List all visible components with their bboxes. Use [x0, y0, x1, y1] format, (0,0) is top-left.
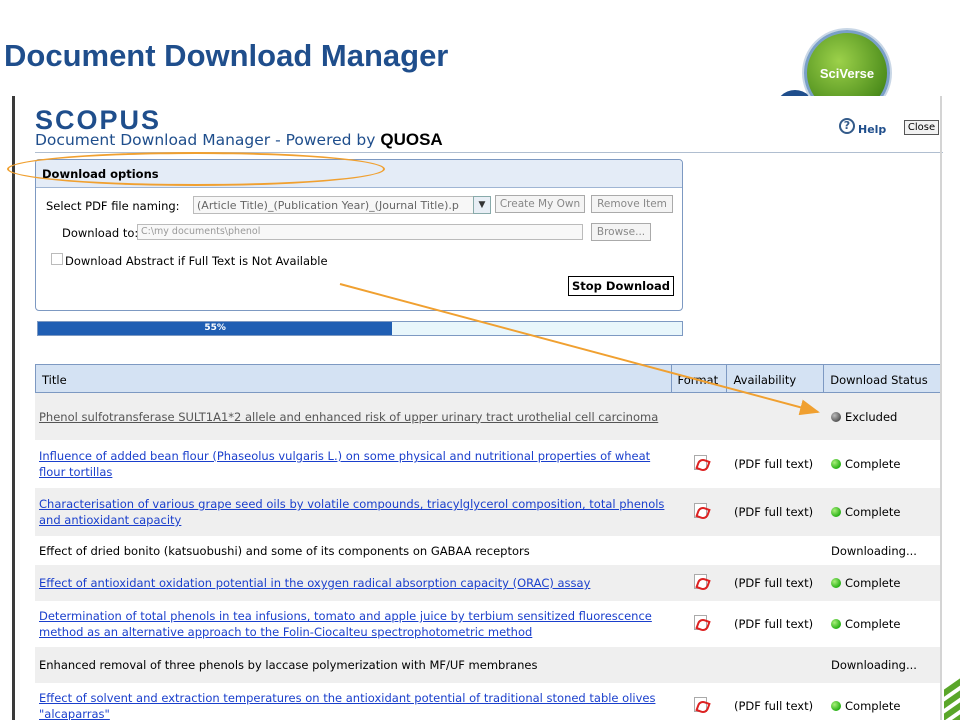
pdf-icon[interactable]	[693, 573, 707, 589]
article-link[interactable]: Influence of added bean flour (Phaseolus…	[39, 449, 650, 479]
row-format-cell	[672, 696, 728, 716]
row-availability-cell: (PDF full text)	[734, 699, 814, 713]
window-edge	[940, 96, 942, 720]
article-title: Enhanced removal of three phenols by lac…	[39, 658, 538, 672]
grid-body: Phenol sulfotransferase SULT1A1*2 allele…	[35, 393, 942, 720]
pdf-icon[interactable]	[693, 614, 707, 630]
row-availability-cell: (PDF full text)	[734, 576, 814, 590]
column-status[interactable]: Download Status	[824, 365, 941, 392]
highlight-oval	[7, 152, 385, 186]
pdf-icon[interactable]	[693, 454, 707, 470]
app-subtitle: Document Download Manager - Powered by Q…	[35, 130, 443, 150]
column-title[interactable]: Title	[36, 365, 672, 392]
row-title-cell: Phenol sulfotransferase SULT1A1*2 allele…	[35, 407, 672, 427]
row-status-cell: Complete	[825, 699, 942, 713]
status-text: Complete	[845, 457, 901, 471]
naming-label: Select PDF file naming:	[46, 199, 180, 213]
pdf-icon[interactable]	[693, 696, 707, 712]
row-status-cell: Excluded	[825, 410, 942, 424]
pdf-icon[interactable]	[693, 502, 707, 518]
download-to-label: Download to:	[62, 226, 139, 240]
status-text: Complete	[845, 576, 901, 590]
row-status-cell: Downloading...	[825, 658, 942, 672]
row-title-cell: Effect of solvent and extraction tempera…	[35, 688, 672, 720]
article-link[interactable]: Phenol sulfotransferase SULT1A1*2 allele…	[39, 410, 658, 424]
row-availability-cell: (PDF full text)	[734, 505, 814, 519]
table-row: Effect of solvent and extraction tempera…	[35, 683, 942, 720]
row-status-cell: Complete	[825, 617, 942, 631]
download-path-input[interactable]: C:\my documents\phenol	[137, 224, 583, 240]
table-row: Influence of added bean flour (Phaseolus…	[35, 440, 942, 488]
row-title-cell: Determination of total phenols in tea in…	[35, 606, 672, 642]
subtitle-text: Document Download Manager - Powered by	[35, 131, 376, 149]
row-status-cell: Complete	[825, 457, 942, 471]
row-format-cell	[672, 454, 728, 474]
row-status-cell: Downloading...	[825, 544, 942, 558]
row-availability-cell: (PDF full text)	[734, 457, 814, 471]
browse-button[interactable]: Browse...	[591, 223, 651, 241]
row-title-cell: Effect of antioxidant oxidation potentia…	[35, 573, 672, 593]
column-format[interactable]: Format	[672, 365, 728, 392]
grid-header: Title Format Availability Download Statu…	[35, 364, 942, 393]
article-link[interactable]: Effect of antioxidant oxidation potentia…	[39, 576, 590, 590]
complete-status-icon	[831, 701, 841, 711]
status-text: Downloading...	[831, 543, 917, 558]
table-row: Effect of dried bonito (katsuobushi) and…	[35, 536, 942, 565]
remove-item-button[interactable]: Remove Item	[591, 195, 673, 213]
naming-select[interactable]: (Article Title)_(Publication Year)_(Jour…	[193, 196, 491, 214]
row-format-cell	[672, 573, 728, 593]
abstract-label: Download Abstract if Full Text is Not Av…	[65, 254, 328, 268]
article-link[interactable]: Determination of total phenols in tea in…	[39, 609, 652, 639]
row-status-cell: Complete	[825, 576, 942, 590]
table-row: Phenol sulfotransferase SULT1A1*2 allele…	[35, 393, 942, 440]
status-text: Complete	[845, 699, 901, 713]
complete-status-icon	[831, 459, 841, 469]
chevron-down-icon[interactable]: ▼	[473, 196, 491, 214]
status-text: Complete	[845, 617, 901, 631]
close-button[interactable]: Close	[904, 120, 939, 135]
column-availability[interactable]: Availability	[727, 365, 825, 392]
table-row: Enhanced removal of three phenols by lac…	[35, 647, 942, 683]
create-my-own-button[interactable]: Create My Own	[495, 195, 585, 213]
quosa-brand: QUOSA	[380, 130, 443, 149]
help-link[interactable]: Help	[858, 123, 886, 136]
article-link[interactable]: Characterisation of various grape seed o…	[39, 497, 664, 527]
row-status-cell: Complete	[825, 505, 942, 519]
stop-download-button[interactable]: Stop Download	[568, 276, 674, 296]
complete-status-icon	[831, 578, 841, 588]
complete-status-icon	[831, 507, 841, 517]
excluded-status-icon	[831, 411, 841, 422]
table-row: Determination of total phenols in tea in…	[35, 601, 942, 647]
table-row: Characterisation of various grape seed o…	[35, 488, 942, 536]
slide-title: Document Download Manager	[4, 38, 449, 73]
progress-label: 55%	[204, 323, 226, 333]
results-grid: Title Format Availability Download Statu…	[35, 364, 942, 720]
status-text: Excluded	[845, 409, 898, 424]
status-text: Complete	[845, 505, 901, 519]
row-title-cell: Effect of dried bonito (katsuobushi) and…	[35, 541, 672, 561]
article-title: Effect of dried bonito (katsuobushi) and…	[39, 543, 530, 558]
abstract-checkbox[interactable]	[51, 253, 63, 265]
row-title-cell: Influence of added bean flour (Phaseolus…	[35, 446, 672, 482]
table-row: Effect of antioxidant oxidation potentia…	[35, 565, 942, 601]
row-title-cell: Characterisation of various grape seed o…	[35, 494, 672, 530]
badge-text: SciVerse	[819, 66, 875, 81]
complete-status-icon	[831, 619, 841, 629]
app-window: SCOPUS Document Download Manager - Power…	[12, 96, 944, 720]
article-link[interactable]: Effect of solvent and extraction tempera…	[39, 691, 655, 720]
row-format-cell	[672, 502, 728, 522]
status-text: Downloading...	[831, 658, 917, 672]
progress-bar: 55%	[37, 321, 683, 336]
help-icon[interactable]: ?	[839, 118, 855, 134]
row-format-cell	[672, 614, 728, 634]
row-availability-cell: (PDF full text)	[734, 617, 814, 631]
row-title-cell: Enhanced removal of three phenols by lac…	[35, 655, 672, 675]
